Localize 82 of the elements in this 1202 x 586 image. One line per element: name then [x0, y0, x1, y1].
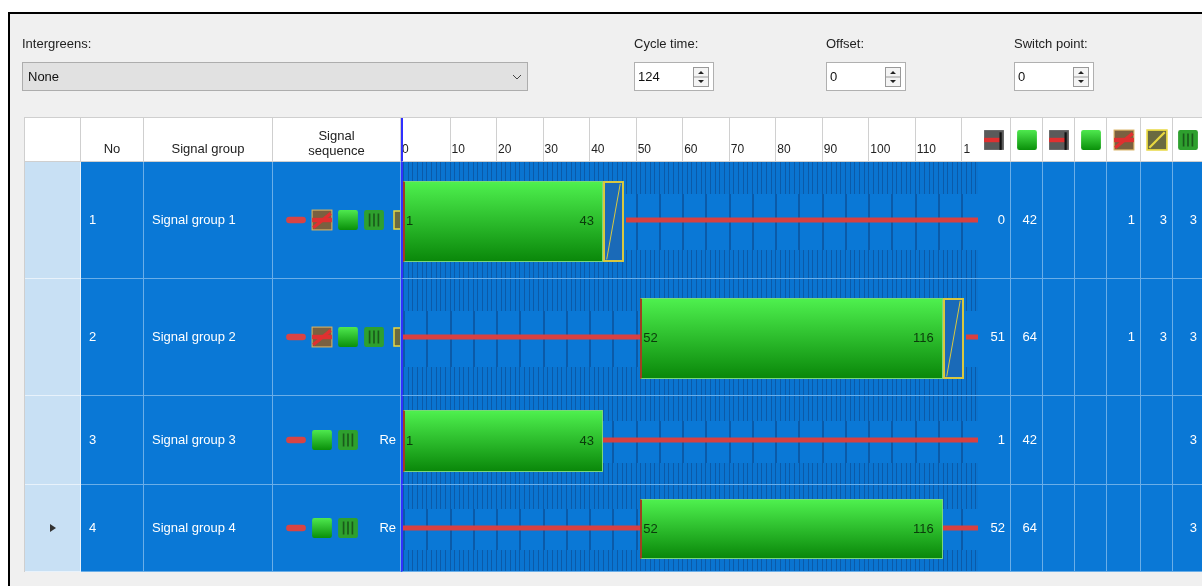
- table-cell: 3: [1141, 279, 1173, 396]
- phase-end-label: 116: [913, 329, 934, 348]
- sequence-label: Re: [379, 431, 396, 450]
- table-cell: 1: [1107, 279, 1141, 396]
- crossed-box-icon: [311, 326, 333, 348]
- intergreens-label: Intergreens:: [22, 35, 93, 53]
- table-cell: Signal group 1: [144, 162, 273, 279]
- setting-label: Cycle time:: [634, 35, 700, 53]
- phase-end-label: 43: [579, 212, 595, 231]
- table-cell: 3: [1173, 279, 1202, 396]
- phase-start-label: 1: [406, 432, 414, 451]
- axis-tick-label: 80: [777, 141, 791, 158]
- table-cell: Signal group 2: [144, 279, 273, 396]
- axis-tick-label: 30: [544, 141, 558, 158]
- phase-start-label: 52: [643, 520, 658, 539]
- table-cell: Signal group 3: [144, 396, 273, 485]
- column-header[interactable]: No: [81, 118, 144, 162]
- table-cell: 1: [978, 396, 1011, 485]
- intergreens-dropdown[interactable]: None: [22, 62, 528, 91]
- spinner-icon[interactable]: [1073, 66, 1089, 87]
- axis-tick-label: 90: [823, 141, 838, 158]
- axis-tick-label: 50: [637, 141, 651, 158]
- table-cell: 4: [81, 485, 144, 572]
- column-header[interactable]: Signal group: [144, 118, 273, 162]
- striped-square-icon: [1176, 128, 1199, 151]
- phase-start-label: 52: [643, 329, 658, 348]
- spin-field[interactable]: 124: [634, 62, 714, 91]
- striped-square-icon: [363, 209, 385, 231]
- table-cell: 3: [1173, 485, 1202, 572]
- crossed-box-icon: [1112, 128, 1135, 151]
- table-cell: 42: [1011, 162, 1043, 279]
- table-cell: 1: [1107, 162, 1141, 279]
- table-cell: 3: [81, 396, 144, 485]
- square-icon: [311, 429, 333, 451]
- table-cell: 52: [978, 485, 1011, 572]
- current-row-icon: [49, 524, 56, 532]
- table-cell: 64: [1011, 279, 1043, 396]
- striped-square-icon: [363, 326, 385, 348]
- striped-square-icon: [337, 517, 359, 539]
- table-cell: 0: [978, 162, 1011, 279]
- table-cell: 1: [81, 162, 144, 279]
- table-cell: 3: [1173, 396, 1202, 485]
- square-icon: [311, 517, 333, 539]
- axis-tick-label: 40: [591, 141, 605, 158]
- phase-end-label: 116: [913, 520, 934, 539]
- axis-tick-label: 100: [870, 141, 891, 158]
- slashed-box-icon: [1145, 128, 1168, 151]
- axis-tick-label: 0: [403, 141, 409, 158]
- axis-tick-label: 60: [684, 141, 698, 158]
- phase-start-label: 1: [406, 212, 414, 231]
- square-icon: [337, 209, 359, 231]
- table-cell: 3: [1141, 162, 1173, 279]
- sequence-label: Re: [379, 519, 396, 538]
- axis-tick-label: 20: [498, 141, 512, 158]
- spinner-icon[interactable]: [693, 66, 709, 87]
- row-header[interactable]: [25, 396, 81, 485]
- table-cell: 64: [1011, 485, 1043, 572]
- table-cell: Signal group 4: [144, 485, 273, 572]
- phase-end-label: 43: [579, 432, 595, 451]
- setting-label: Offset:: [826, 35, 866, 53]
- spin-field[interactable]: 0: [1014, 62, 1094, 91]
- row-header[interactable]: [25, 485, 81, 572]
- axis-tick-label: 1: [963, 141, 971, 158]
- chevron-icon: [512, 73, 522, 80]
- table-cell: 51: [978, 279, 1011, 396]
- spinner-icon[interactable]: [885, 66, 901, 87]
- axis-tick-label: 10: [451, 141, 465, 158]
- crossed-box-icon: [311, 209, 333, 231]
- axis-tick-label: 110: [916, 141, 936, 158]
- table-cell: 3: [1173, 162, 1202, 279]
- striped-square-icon: [337, 429, 359, 451]
- column-header[interactable]: Signal sequence: [273, 118, 401, 162]
- spin-field[interactable]: 0: [826, 62, 906, 91]
- table-cell: 42: [1011, 396, 1043, 485]
- axis-tick-label: 70: [730, 141, 745, 158]
- square-icon: [337, 326, 359, 348]
- square-icon: [1015, 128, 1038, 151]
- table-cell: 2: [81, 279, 144, 396]
- row-header[interactable]: [25, 162, 81, 279]
- setting-label: Switch point:: [1014, 35, 1089, 53]
- row-header[interactable]: [25, 279, 81, 396]
- square-icon: [1079, 128, 1102, 151]
